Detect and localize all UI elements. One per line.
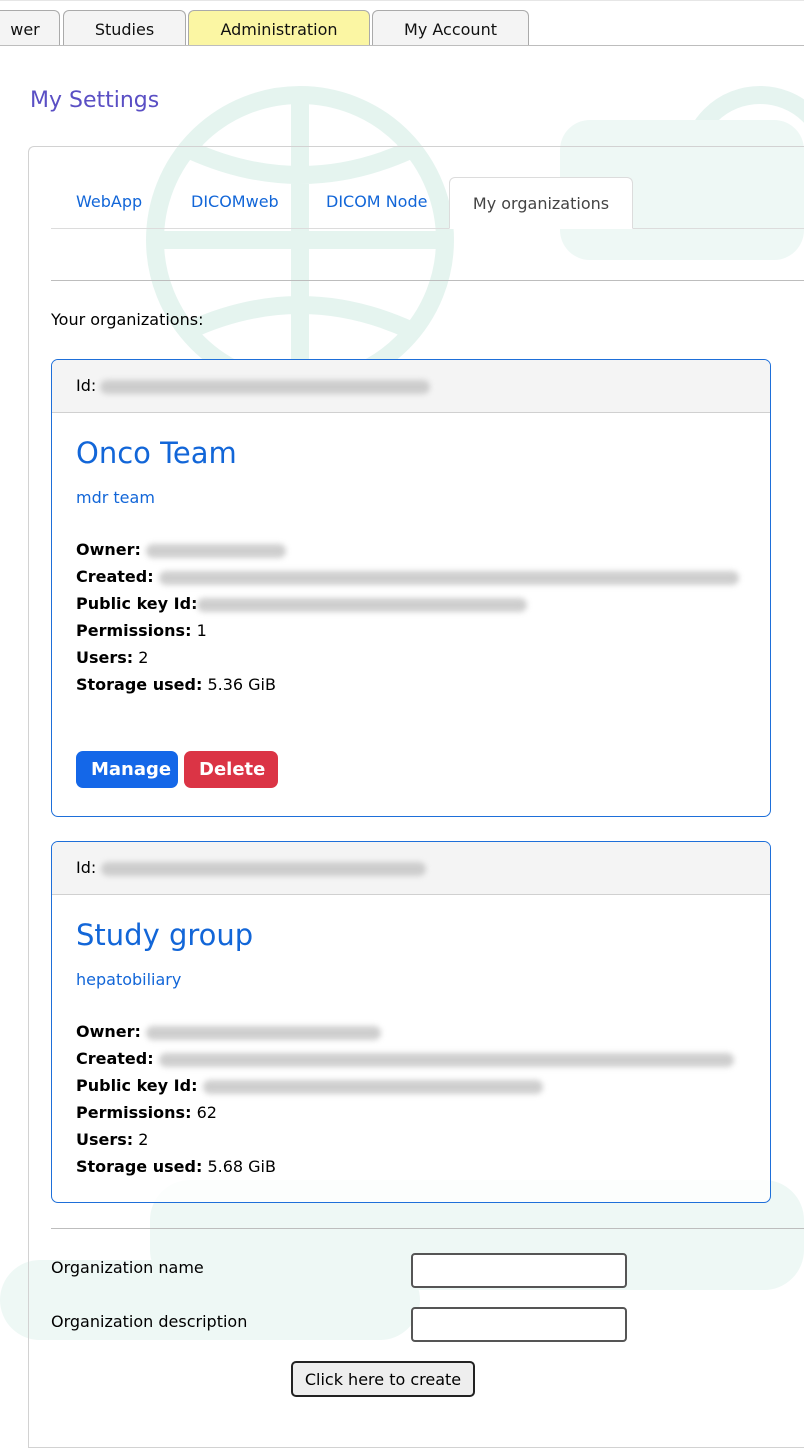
tab-administration-label: Administration <box>220 20 338 39</box>
users-value: 2 <box>138 648 149 667</box>
organization-description-input[interactable] <box>411 1307 627 1342</box>
permissions-label: Permissions: <box>76 1103 192 1122</box>
redacted-created <box>158 1052 734 1067</box>
create-organization-button[interactable]: Click here to create <box>291 1361 475 1397</box>
owner-label: Owner: <box>76 540 141 559</box>
top-nav-divider <box>0 45 804 46</box>
storage-value: 5.36 GiB <box>207 675 276 694</box>
organization-card: Id: Onco Team mdr team Owner: Created: P… <box>51 359 771 817</box>
redacted-id <box>100 379 431 394</box>
organization-description-label: Organization description <box>51 1312 248 1331</box>
delete-button[interactable]: Delete <box>184 751 278 788</box>
tab-dicom-node[interactable]: DICOM Node <box>326 192 427 211</box>
permissions-value: 1 <box>196 621 207 640</box>
organization-id-row: Id: <box>52 842 770 895</box>
tab-viewer-label: wer <box>10 20 40 39</box>
organization-id-label: Id: <box>76 858 97 877</box>
tab-my-organizations[interactable]: My organizations <box>449 177 633 229</box>
page-title: My Settings <box>30 88 160 113</box>
redacted-public-key <box>197 597 528 612</box>
organization-id-label: Id: <box>76 376 97 395</box>
public-key-label: Public key Id: <box>76 1076 198 1095</box>
organization-details: Owner: Created: Public key Id: Permissio… <box>76 536 739 698</box>
redacted-owner <box>146 1025 382 1040</box>
users-label: Users: <box>76 1130 134 1149</box>
tab-studies[interactable]: Studies <box>63 10 186 45</box>
permissions-label: Permissions: <box>76 621 192 640</box>
tab-viewer[interactable]: wer <box>0 10 60 45</box>
tab-dicomweb[interactable]: DICOMweb <box>191 192 279 211</box>
public-key-label: Public key Id: <box>76 594 198 613</box>
section-divider <box>51 280 804 281</box>
created-label: Created: <box>76 1049 154 1068</box>
form-divider <box>51 1228 804 1229</box>
tab-my-account-label: My Account <box>404 20 497 39</box>
tab-studies-label: Studies <box>94 20 155 39</box>
organizations-heading: Your organizations: <box>51 310 204 329</box>
storage-value: 5.68 GiB <box>207 1157 276 1176</box>
storage-label: Storage used: <box>76 675 203 694</box>
tab-my-account[interactable]: My Account <box>372 10 529 45</box>
users-label: Users: <box>76 648 134 667</box>
organization-name-input[interactable] <box>411 1253 627 1288</box>
redacted-public-key <box>202 1079 543 1094</box>
organization-description: mdr team <box>76 488 155 507</box>
organization-description: hepatobiliary <box>76 970 182 989</box>
top-nav: wer Studies Administration My Account <box>0 0 804 46</box>
organization-name-label: Organization name <box>51 1258 204 1277</box>
storage-label: Storage used: <box>76 1157 203 1176</box>
organization-name: Study group <box>76 918 254 952</box>
tab-administration[interactable]: Administration <box>188 10 370 45</box>
permissions-value: 62 <box>196 1103 217 1122</box>
organization-card: Id: Study group hepatobiliary Owner: Cre… <box>51 841 771 1203</box>
organization-name: Onco Team <box>76 436 237 470</box>
subtabs-divider <box>51 228 804 229</box>
organization-details: Owner: Created: Public key Id: Permissio… <box>76 1018 734 1180</box>
created-label: Created: <box>76 567 154 586</box>
redacted-created <box>158 570 739 585</box>
tab-webapp[interactable]: WebApp <box>76 192 142 211</box>
manage-button[interactable]: Manage <box>76 751 178 788</box>
owner-label: Owner: <box>76 1022 141 1041</box>
redacted-id <box>101 861 427 876</box>
redacted-owner <box>146 543 287 558</box>
organization-id-row: Id: <box>52 360 770 413</box>
users-value: 2 <box>138 1130 149 1149</box>
